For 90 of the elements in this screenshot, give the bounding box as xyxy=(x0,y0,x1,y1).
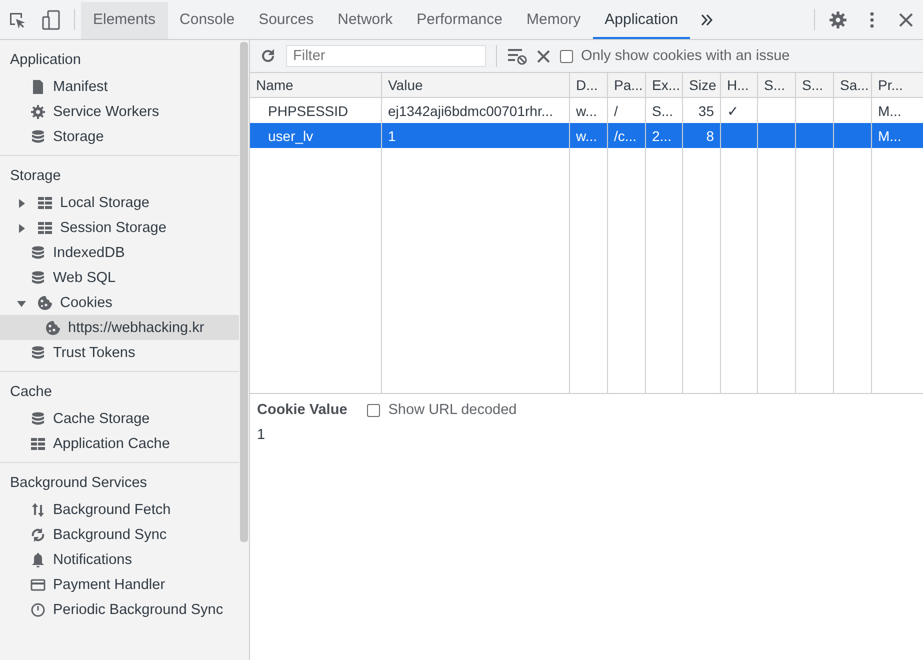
sidebar-item[interactable]: Background Sync xyxy=(0,522,239,547)
sidebar-item[interactable]: Cookies xyxy=(0,290,239,315)
database-icon xyxy=(30,344,46,360)
column-header[interactable]: Sa... xyxy=(840,77,869,93)
database-icon xyxy=(30,244,46,260)
checkbox[interactable] xyxy=(560,50,573,62)
column-header[interactable]: H... xyxy=(727,77,749,93)
column-header[interactable]: Pa... xyxy=(614,77,643,93)
filter-field[interactable]: Filter xyxy=(286,45,486,67)
section-title: Background Services xyxy=(9,474,148,493)
panel-tab[interactable]: Performance xyxy=(404,2,514,39)
database-icon xyxy=(30,128,46,144)
table-cell: ✓ xyxy=(727,102,739,118)
sidebar-item[interactable]: https://webhacking.kr xyxy=(0,315,239,340)
table-cell: M... xyxy=(878,128,902,144)
card-icon xyxy=(30,576,46,592)
database-icon xyxy=(30,410,46,426)
sidebar-item[interactable]: Background Fetch xyxy=(0,497,239,522)
clock-icon xyxy=(30,602,46,618)
grid-icon xyxy=(37,194,53,210)
clear-filter-icon[interactable] xyxy=(507,47,527,65)
sidebar-item[interactable]: Notifications xyxy=(0,547,239,572)
table-row[interactable]: user_lv 1 w... /c... 2... 8 M... xyxy=(250,123,923,148)
table-cell: 8 xyxy=(706,128,714,144)
table-cell: ej1342aji6bdmc00701rhr... xyxy=(388,102,554,118)
sidebar-item[interactable]: Web SQL xyxy=(0,265,239,290)
table-cell: / xyxy=(614,102,618,118)
section-title: Cache xyxy=(9,383,53,402)
table-cell: 1 xyxy=(388,128,396,144)
collapse-triangle-icon[interactable] xyxy=(17,298,26,308)
panel-tab[interactable]: Network xyxy=(326,2,405,39)
sidebar-item[interactable]: Periodic Background Sync xyxy=(0,597,239,622)
expand-triangle-icon[interactable] xyxy=(17,224,26,232)
refresh-icon[interactable] xyxy=(260,48,276,64)
column-header[interactable]: S... xyxy=(764,77,786,93)
database-icon xyxy=(30,270,46,286)
cookie-value-text: 1 xyxy=(257,427,266,443)
column-header[interactable]: D... xyxy=(576,77,598,93)
table-cell: M... xyxy=(878,102,902,118)
table-cell: w... xyxy=(576,128,598,144)
column-header[interactable]: S... xyxy=(802,77,824,93)
table-cell: S... xyxy=(652,102,674,118)
sidebar-item[interactable]: Cache Storage xyxy=(0,406,239,431)
sidebar-item[interactable]: Payment Handler xyxy=(0,572,239,597)
table-cell: /c... xyxy=(614,128,637,144)
section-title: Application xyxy=(9,51,82,70)
table-cell: PHPSESSID xyxy=(268,102,348,118)
column-header[interactable]: Name xyxy=(256,77,294,93)
sidebar-item[interactable]: Service Workers xyxy=(0,99,239,124)
panel-tab[interactable]: Sources xyxy=(246,2,326,39)
grid-icon xyxy=(37,220,53,236)
device-icon[interactable] xyxy=(42,10,60,30)
sync-icon xyxy=(30,526,46,542)
section-title: Storage xyxy=(9,167,62,186)
close-icon[interactable] xyxy=(899,12,913,26)
column-header[interactable]: Value xyxy=(388,77,423,93)
checkbox-label: Show URL decoded xyxy=(388,402,517,418)
expand-triangle-icon[interactable] xyxy=(17,198,26,208)
file-icon xyxy=(30,78,46,94)
checkbox[interactable] xyxy=(367,404,380,416)
sidebar-item[interactable]: Session Storage xyxy=(0,215,239,240)
cookie-icon xyxy=(45,320,61,336)
column-header[interactable]: Size xyxy=(689,77,716,93)
column-header[interactable]: Ex... xyxy=(652,77,680,93)
panel-tab[interactable]: Console xyxy=(168,2,247,39)
bell-icon xyxy=(30,552,46,568)
table-cell: 35 xyxy=(698,102,714,118)
more-options-icon[interactable] xyxy=(870,12,874,28)
table-cell: user_lv xyxy=(268,128,314,144)
cookie-icon xyxy=(37,294,53,310)
table-cell: 2... xyxy=(652,128,672,144)
more-tabs-icon[interactable] xyxy=(701,14,714,26)
sidebar-item[interactable]: Local Storage xyxy=(0,190,239,215)
panel-tab[interactable]: Memory xyxy=(514,2,593,39)
checkbox-label: Only show cookies with an issue xyxy=(581,48,790,64)
sidebar-item[interactable]: IndexedDB xyxy=(0,240,239,265)
sidebar-item[interactable]: Application Cache xyxy=(0,431,239,456)
sidebar-item[interactable]: Trust Tokens xyxy=(0,340,239,365)
settings-icon[interactable] xyxy=(829,10,847,28)
table-cell: w... xyxy=(576,102,598,118)
sidebar-item[interactable]: Manifest xyxy=(0,74,239,99)
panel-title: Cookie Value xyxy=(257,402,348,418)
close-icon[interactable] xyxy=(537,50,550,62)
grid-icon xyxy=(30,436,46,452)
inspect-icon[interactable] xyxy=(8,10,26,28)
panel-tab[interactable]: Elements xyxy=(81,2,168,39)
up-down-arrows-icon xyxy=(30,502,46,518)
column-header[interactable]: Pr... xyxy=(878,77,903,93)
gear-icon xyxy=(30,104,46,120)
sidebar-item[interactable]: Storage xyxy=(0,124,239,149)
